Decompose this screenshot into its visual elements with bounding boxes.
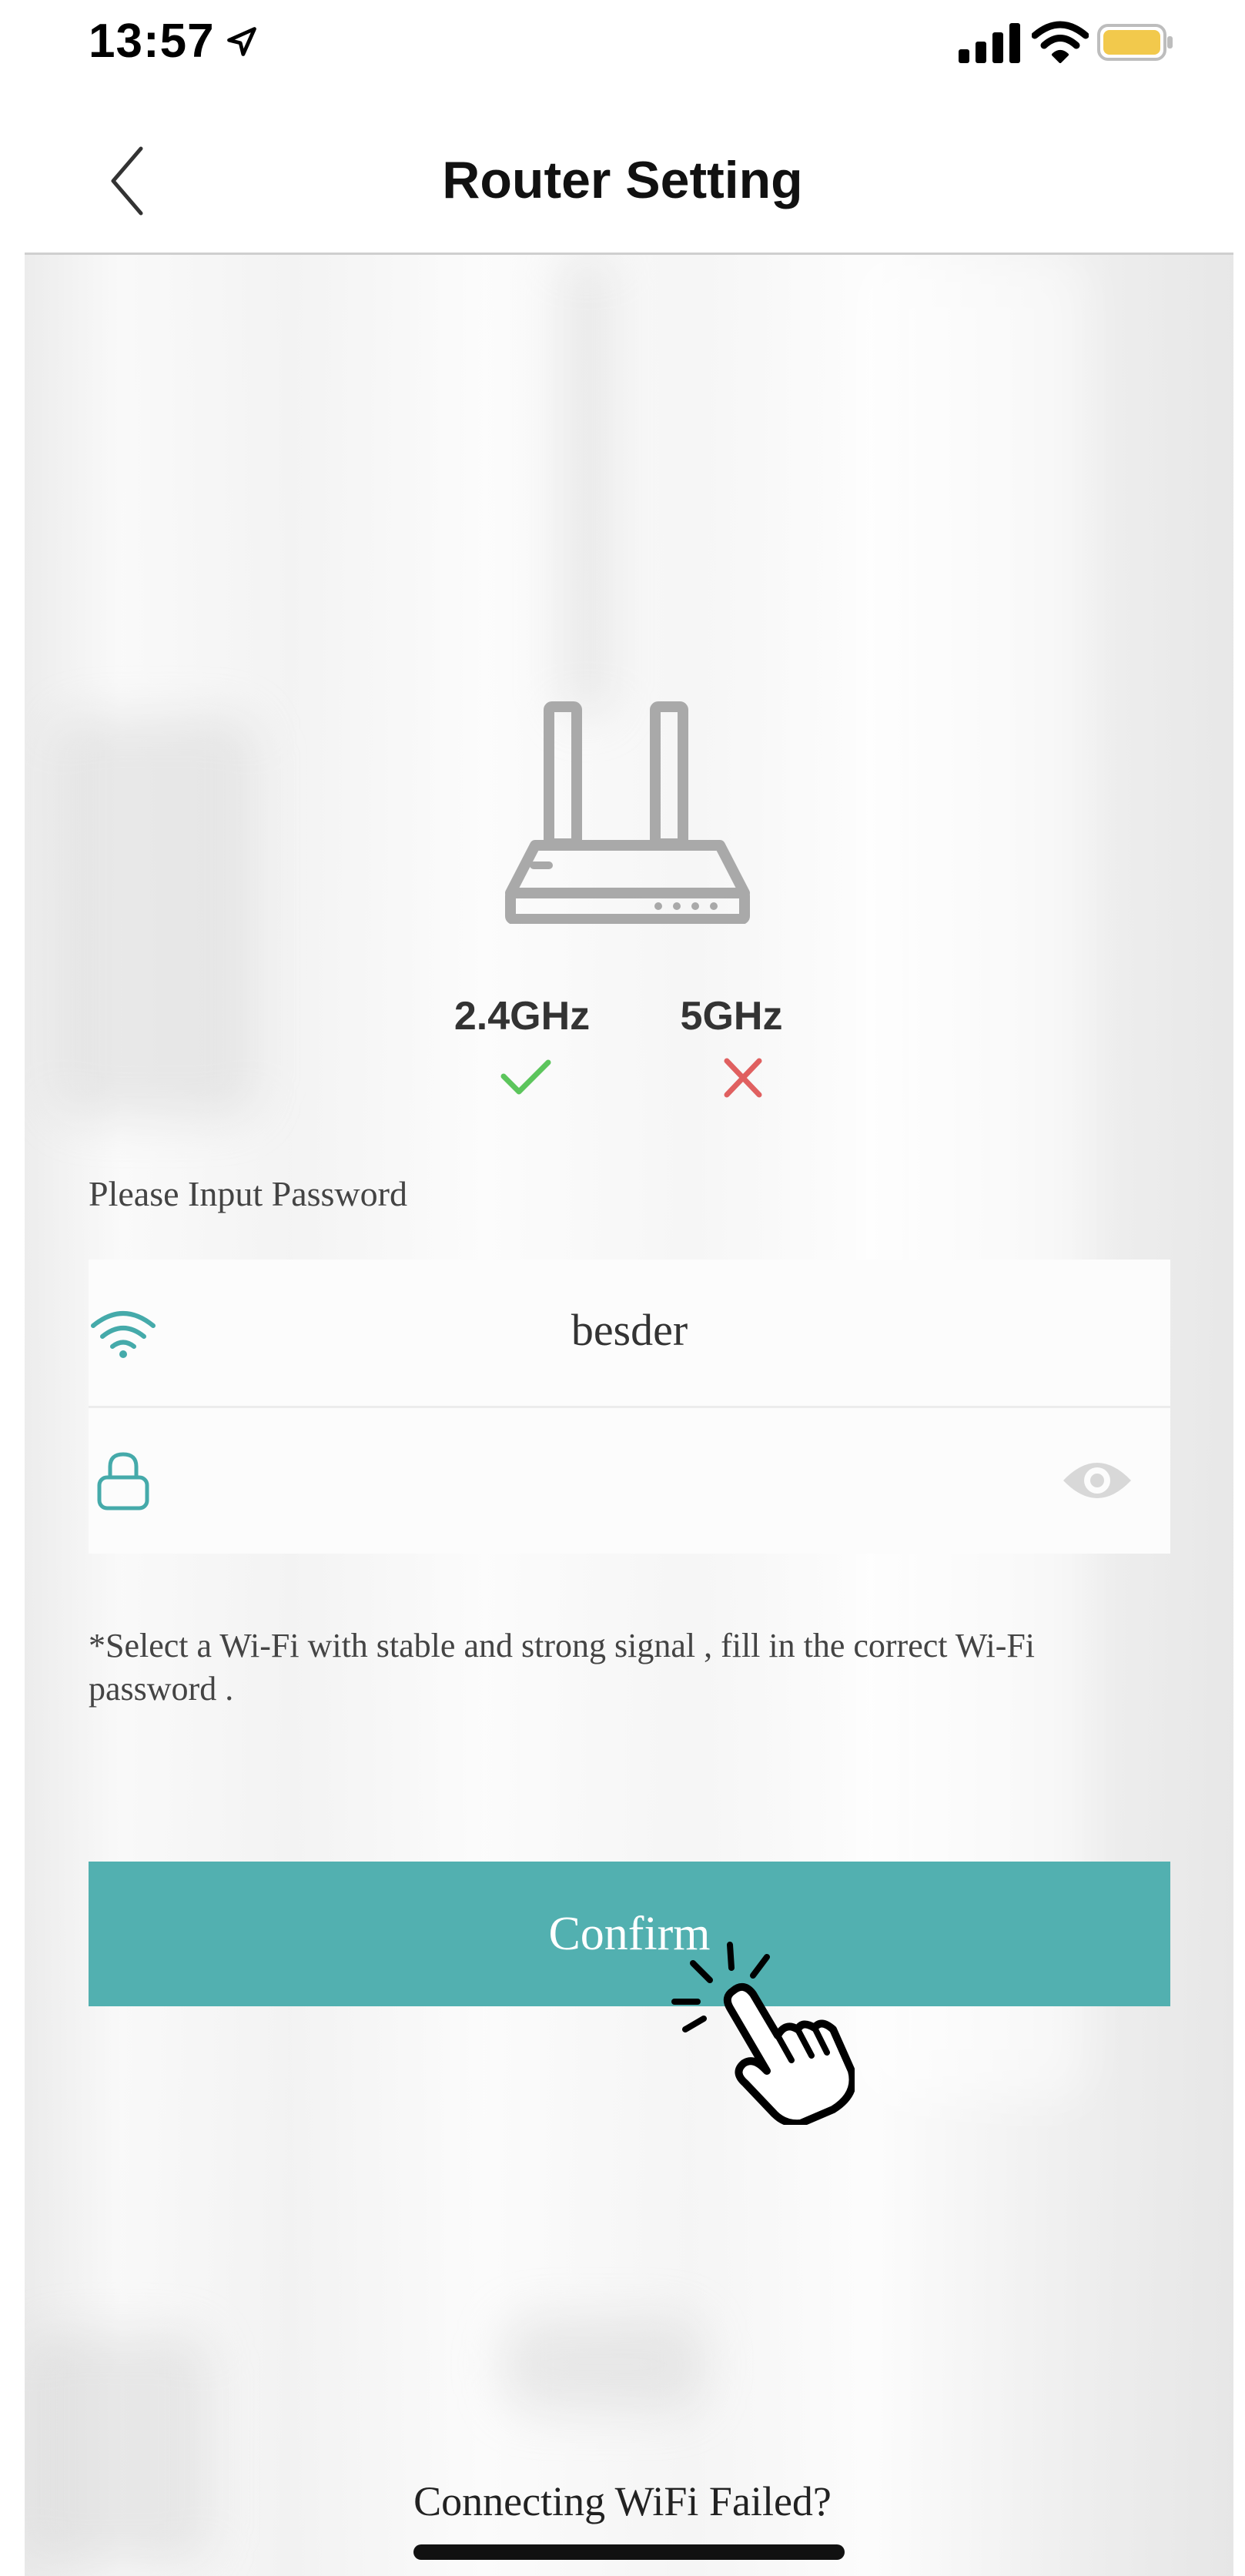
status-bar: 13:57 (0, 0, 1245, 92)
ssid-value: besder (571, 1305, 688, 1355)
background-blur (856, 255, 1087, 2103)
router-icon (505, 701, 750, 924)
eye-icon[interactable] (1060, 1450, 1134, 1511)
pointer-hand-icon (671, 1942, 855, 2125)
password-row (89, 1407, 1170, 1554)
wifi-hint-text: *Select a Wi-Fi with stable and strong s… (89, 1627, 1036, 1708)
band-2-4ghz-label: 2.4GHz (453, 994, 591, 1039)
wifi-icon (1032, 21, 1089, 63)
background-blur (564, 255, 610, 717)
band-5ghz-label: 5GHz (680, 994, 783, 1039)
connecting-wifi-failed-link[interactable]: Connecting WiFi Failed? (0, 2477, 1245, 2525)
background-blur (502, 2318, 702, 2410)
home-indicator (413, 2544, 845, 2560)
wifi-form-card: besder (89, 1260, 1170, 1554)
lock-icon (97, 1452, 149, 1510)
password-prompt-label: Please Input Password (89, 1174, 407, 1213)
nav-bar: Router Setting (0, 108, 1245, 254)
background-blur (25, 2333, 209, 2564)
cross-icon (724, 1058, 762, 1098)
check-icon (500, 1059, 551, 1095)
confirm-button[interactable]: Confirm (89, 1862, 1170, 2006)
battery-icon (1097, 24, 1173, 61)
ssid-row[interactable]: besder (89, 1260, 1170, 1408)
background-blur (55, 717, 256, 1117)
status-time: 13:57 (89, 15, 215, 68)
page-title: Router Setting (442, 151, 803, 209)
password-input[interactable] (181, 1438, 1031, 1524)
location-arrow-icon (227, 27, 256, 56)
cellular-signal-icon (959, 23, 1020, 63)
